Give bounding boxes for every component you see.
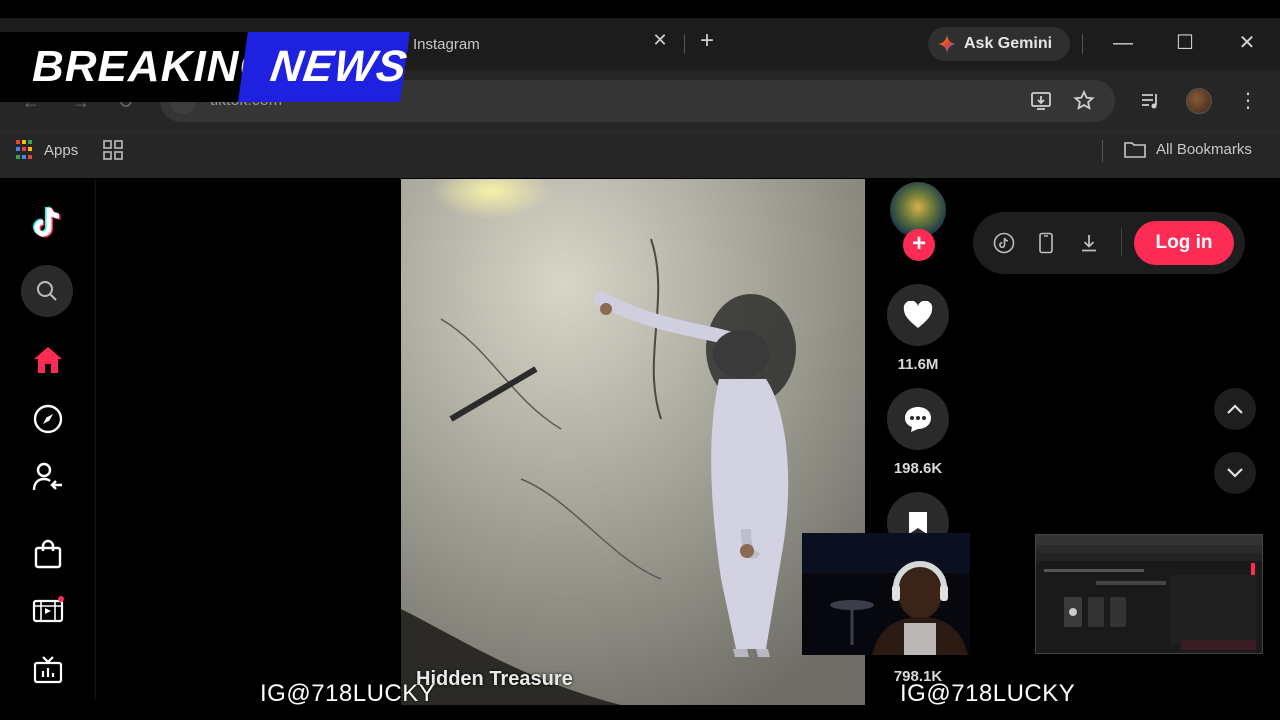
breaking-word: BREAKING xyxy=(0,32,274,102)
apps-label: Apps xyxy=(44,141,79,159)
watermark-left: IG@718LUCKY xyxy=(260,680,436,707)
apps-bookmark[interactable]: Apps xyxy=(16,140,78,160)
ask-gemini-button[interactable]: Ask Gemini xyxy=(928,27,1070,61)
home-icon[interactable] xyxy=(30,342,66,378)
video-player[interactable] xyxy=(401,179,865,705)
live-video-icon[interactable] xyxy=(30,592,66,628)
breaking-news-banner: BREAKING NEWS xyxy=(0,32,410,102)
tab-groups-icon[interactable] xyxy=(103,140,123,160)
search-icon xyxy=(37,281,57,301)
browser-menu-icon[interactable]: ⋮ xyxy=(1238,88,1258,114)
next-video-button[interactable] xyxy=(1214,452,1256,494)
minimize-button[interactable]: — xyxy=(1108,28,1138,58)
comment-button[interactable] xyxy=(887,388,949,450)
tab-title: Instagram xyxy=(413,35,480,53)
previous-video-button[interactable] xyxy=(1214,388,1256,430)
video-frame-image xyxy=(401,179,865,705)
chevron-up-icon xyxy=(1227,404,1243,414)
new-tab-button[interactable]: + xyxy=(696,27,718,55)
explore-compass-icon[interactable] xyxy=(30,401,66,437)
screen-share-image xyxy=(1036,535,1262,650)
profile-avatar[interactable] xyxy=(1186,88,1212,114)
ask-gemini-label: Ask Gemini xyxy=(964,35,1053,52)
tab-instagram[interactable]: Instagram xyxy=(395,26,685,62)
bookmarks-divider xyxy=(1102,140,1103,162)
webcam-feed-image xyxy=(802,533,970,655)
webcam-overlay xyxy=(802,533,970,655)
all-bookmarks-button[interactable]: All Bookmarks xyxy=(1124,140,1252,158)
gemini-star-icon xyxy=(938,35,956,53)
apps-grid-icon xyxy=(16,140,36,160)
like-button[interactable] xyxy=(887,284,949,346)
folder-icon xyxy=(1124,142,1146,158)
login-button[interactable]: Log in xyxy=(1134,221,1234,265)
install-app-icon[interactable] xyxy=(1030,90,1052,112)
news-word: NEWS xyxy=(238,32,410,102)
chevron-down-icon xyxy=(1227,468,1243,478)
tab-close-icon[interactable]: ✕ xyxy=(650,30,670,51)
tiktok-circle-icon[interactable] xyxy=(993,232,1015,254)
comment-bubble-icon xyxy=(905,407,931,432)
video-caption: Hidden Treasure xyxy=(416,668,573,690)
bookmarks-bar xyxy=(0,132,1280,178)
shop-bag-icon[interactable] xyxy=(30,536,66,572)
following-icon[interactable] xyxy=(30,459,66,495)
comment-count: 198.6K xyxy=(893,460,943,477)
screen-share-thumbnail xyxy=(1035,534,1263,654)
tv-icon[interactable] xyxy=(30,652,66,688)
like-count: 11.6M xyxy=(897,356,939,373)
window-controls-divider xyxy=(1082,34,1083,54)
media-control-icon[interactable] xyxy=(1140,90,1162,112)
bookmark-star-icon[interactable] xyxy=(1073,90,1095,112)
maximize-button[interactable]: ☐ xyxy=(1170,28,1200,58)
search-button[interactable] xyxy=(21,265,73,317)
phone-icon[interactable] xyxy=(1035,232,1057,254)
all-bookmarks-label: All Bookmarks xyxy=(1156,140,1252,158)
screen: Instagram ✕ + Ask Gemini — ☐ ✕ ← → ↻ tik… xyxy=(0,0,1280,720)
follow-button[interactable]: + xyxy=(903,229,935,261)
watermark-right: IG@718LUCKY xyxy=(900,680,1076,707)
sidebar-divider xyxy=(95,180,96,700)
download-icon[interactable] xyxy=(1078,232,1100,254)
close-window-button[interactable]: ✕ xyxy=(1232,28,1262,58)
pill-divider xyxy=(1121,228,1122,256)
tiktok-logo-icon[interactable] xyxy=(30,205,66,241)
tab-divider xyxy=(684,34,685,54)
heart-icon xyxy=(903,301,933,328)
